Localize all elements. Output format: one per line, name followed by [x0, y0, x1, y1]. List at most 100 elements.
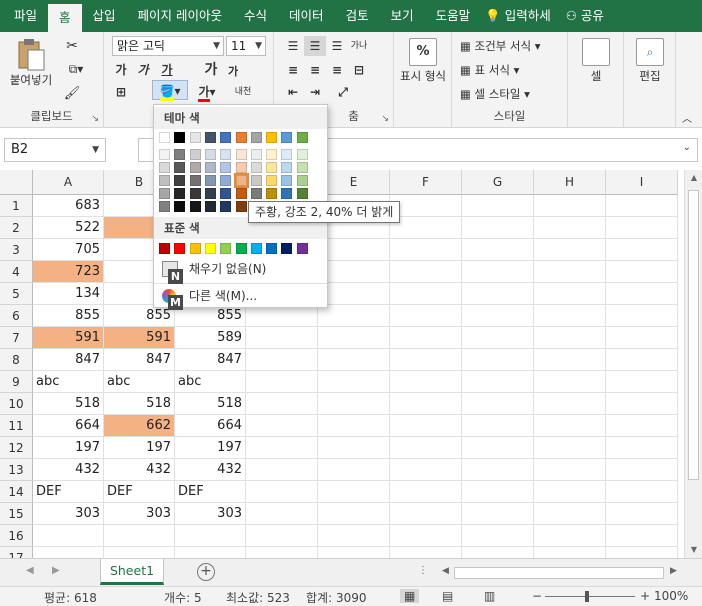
column-header[interactable]: I — [606, 170, 678, 195]
color-swatch[interactable] — [220, 201, 232, 212]
color-swatch[interactable] — [281, 175, 293, 186]
wrap-text-button[interactable]: 가나 — [348, 36, 370, 56]
font-color-button[interactable]: 가▾ — [192, 82, 222, 102]
cell[interactable]: 197 — [104, 437, 175, 459]
cell[interactable] — [390, 305, 462, 327]
color-swatch[interactable] — [250, 149, 262, 160]
cell[interactable]: 432 — [104, 459, 175, 481]
column-header[interactable]: E — [318, 170, 390, 195]
cell[interactable] — [462, 239, 534, 261]
cell[interactable] — [534, 525, 606, 547]
cell[interactable] — [318, 283, 390, 305]
tell-me-box[interactable]: 💡 입력하세 — [481, 0, 562, 32]
cell[interactable]: 591 — [104, 327, 175, 349]
color-swatch[interactable] — [235, 149, 247, 160]
increase-indent-button[interactable]: ⇥ — [304, 82, 326, 102]
color-swatch[interactable] — [266, 149, 278, 160]
cell[interactable]: 197 — [175, 437, 246, 459]
cell[interactable] — [534, 261, 606, 283]
cell[interactable]: 683 — [33, 195, 104, 217]
borders-button[interactable]: ⊞ — [110, 82, 132, 102]
cell[interactable] — [606, 481, 678, 503]
cell[interactable] — [462, 437, 534, 459]
cell[interactable]: 522 — [33, 217, 104, 239]
cell[interactable] — [606, 195, 678, 217]
bold-button[interactable]: 가 — [110, 60, 132, 80]
cell[interactable] — [318, 415, 390, 437]
color-swatch[interactable] — [281, 162, 293, 173]
cell[interactable]: DEF — [175, 481, 246, 503]
cell[interactable] — [534, 371, 606, 393]
color-swatch[interactable] — [159, 201, 170, 212]
color-swatch[interactable] — [204, 132, 216, 143]
cell[interactable]: 518 — [104, 393, 175, 415]
cell[interactable]: 664 — [175, 415, 246, 437]
row-header[interactable]: 12 — [0, 437, 33, 459]
tab-home[interactable]: 홈 — [48, 4, 82, 32]
cell[interactable] — [390, 503, 462, 525]
cell[interactable] — [175, 525, 246, 547]
scroll-right-icon[interactable]: ▶ — [670, 566, 677, 576]
cell[interactable]: abc — [33, 371, 104, 393]
cell[interactable] — [390, 239, 462, 261]
cell[interactable] — [246, 327, 318, 349]
cell[interactable] — [534, 217, 606, 239]
color-swatch[interactable] — [159, 243, 170, 254]
cell[interactable] — [606, 547, 678, 558]
color-swatch[interactable] — [159, 175, 170, 186]
row-header[interactable]: 4 — [0, 261, 33, 283]
cell[interactable]: 664 — [33, 415, 104, 437]
color-swatch[interactable] — [220, 132, 232, 143]
color-swatch[interactable] — [159, 162, 170, 173]
color-swatch[interactable] — [204, 162, 216, 173]
cell[interactable]: 197 — [33, 437, 104, 459]
row-header[interactable]: 13 — [0, 459, 33, 481]
cell[interactable] — [390, 217, 462, 239]
cell[interactable] — [390, 481, 462, 503]
cell[interactable] — [606, 261, 678, 283]
expand-formula-icon[interactable]: ⌄ — [683, 142, 691, 153]
cell[interactable]: 589 — [175, 327, 246, 349]
color-swatch[interactable] — [189, 132, 201, 143]
cells-button[interactable]: 셀 — [572, 38, 620, 84]
color-swatch[interactable] — [204, 243, 216, 254]
font-grow-button[interactable]: 가 — [200, 60, 222, 80]
cell[interactable] — [33, 525, 104, 547]
color-swatch[interactable] — [266, 175, 278, 186]
cell[interactable] — [606, 393, 678, 415]
color-swatch[interactable] — [281, 188, 293, 199]
font-name-select[interactable]: 맑은 고딕 ▼ — [112, 36, 224, 56]
tab-view[interactable]: 보기 — [380, 0, 425, 32]
cell[interactable] — [462, 459, 534, 481]
merge-button[interactable]: ⊟ — [348, 60, 370, 80]
cell[interactable] — [534, 327, 606, 349]
color-swatch[interactable] — [296, 188, 308, 199]
vertical-scrollbar[interactable]: ▲ ▼ — [684, 170, 702, 558]
cell[interactable]: 518 — [33, 393, 104, 415]
zoom-slider[interactable] — [545, 596, 635, 597]
cut-button[interactable]: ✂ — [62, 38, 82, 54]
color-swatch[interactable] — [174, 201, 186, 212]
color-swatch[interactable] — [266, 162, 278, 173]
cell[interactable] — [534, 547, 606, 558]
cell[interactable] — [462, 547, 534, 558]
cell[interactable]: 855 — [104, 305, 175, 327]
color-swatch[interactable] — [174, 132, 186, 143]
color-swatch[interactable] — [189, 243, 201, 254]
row-header[interactable]: 17 — [0, 547, 33, 558]
color-swatch[interactable] — [220, 188, 232, 199]
scroll-down-icon[interactable]: ▼ — [685, 542, 702, 558]
row-header[interactable]: 3 — [0, 239, 33, 261]
cell[interactable]: 847 — [175, 349, 246, 371]
cell[interactable]: 432 — [175, 459, 246, 481]
cell[interactable] — [462, 217, 534, 239]
color-swatch[interactable] — [174, 243, 186, 254]
cell[interactable]: DEF — [33, 481, 104, 503]
alignment-launcher-icon[interactable]: ↘ — [381, 114, 389, 124]
column-header[interactable]: G — [462, 170, 534, 195]
cell[interactable] — [462, 525, 534, 547]
color-swatch[interactable] — [235, 188, 247, 199]
color-swatch[interactable] — [159, 188, 170, 199]
phonetic-button[interactable]: 내천 — [228, 82, 258, 102]
color-swatch[interactable] — [266, 243, 278, 254]
